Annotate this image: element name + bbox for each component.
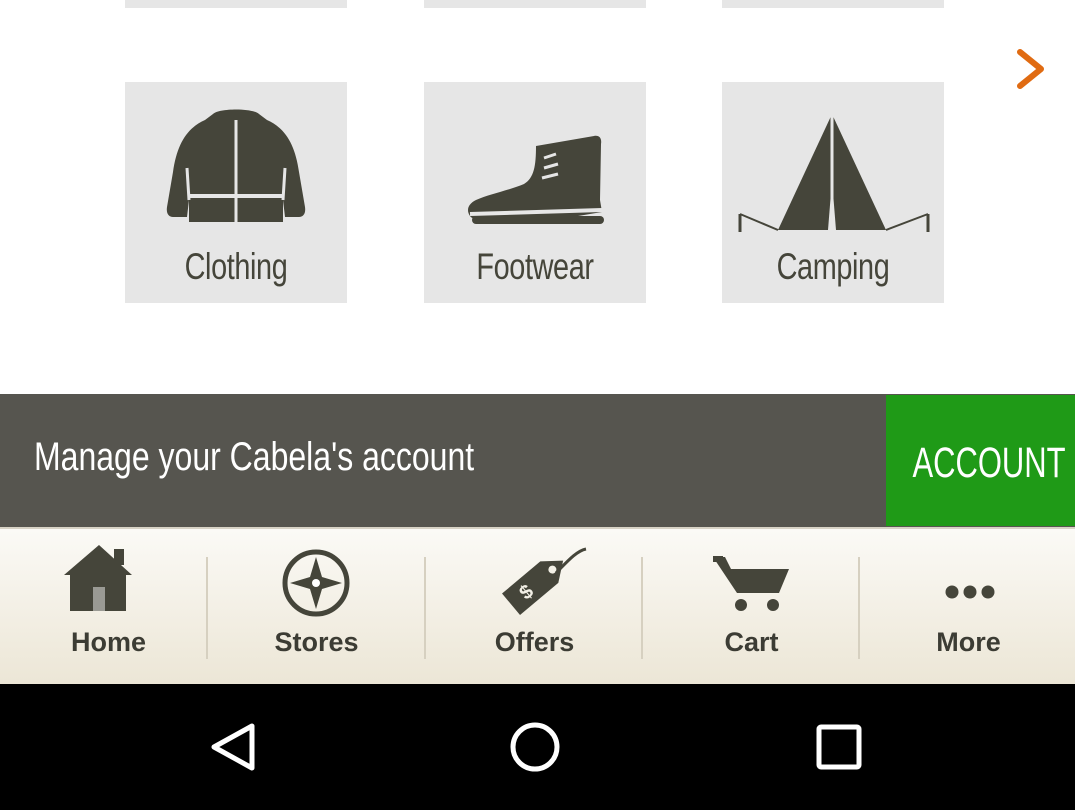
tab-more[interactable]: More (860, 529, 1075, 686)
tab-label: More (936, 627, 1001, 657)
tab-label: Home (70, 627, 146, 657)
category-tile-clothing[interactable]: Clothing (125, 82, 347, 303)
account-message: Manage your Cabela's account (34, 435, 475, 479)
home-icon (64, 545, 132, 611)
more-icon (945, 585, 995, 599)
price-tag-icon: $ (502, 547, 587, 616)
category-tile-partial[interactable] (424, 0, 646, 8)
boot-icon (468, 135, 604, 224)
tab-label: Offers (494, 627, 575, 657)
tab-bar: Home Stores $ Offers Cart More (0, 527, 1075, 684)
account-button[interactable]: ACCOUNT (886, 395, 1075, 526)
category-tile-footwear[interactable]: Footwear (424, 82, 646, 303)
cart-icon (713, 556, 789, 611)
category-label: Clothing (184, 246, 288, 287)
tent-icon (738, 114, 930, 232)
category-tile-partial[interactable] (125, 0, 347, 8)
category-label: Footwear (476, 246, 594, 287)
category-tile-partial[interactable] (722, 0, 944, 8)
tab-home[interactable]: Home (0, 529, 217, 686)
tab-offers[interactable]: $ Offers (426, 529, 643, 686)
tab-stores[interactable]: Stores (208, 529, 425, 686)
compass-icon (282, 549, 350, 617)
tab-label: Stores (274, 627, 359, 657)
category-tile-camping[interactable]: Camping (722, 82, 944, 303)
back-icon[interactable] (188, 684, 278, 810)
system-nav-bar (0, 684, 1075, 810)
tab-cart[interactable]: Cart (643, 529, 860, 686)
category-label: Camping (776, 246, 890, 287)
tab-label: Cart (724, 627, 779, 657)
recents-icon[interactable] (794, 684, 884, 810)
account-button-label: ACCOUNT (912, 439, 1066, 487)
chevron-right-icon[interactable] (1008, 44, 1054, 94)
jacket-icon (166, 109, 306, 222)
home-circle-icon[interactable] (490, 684, 580, 810)
